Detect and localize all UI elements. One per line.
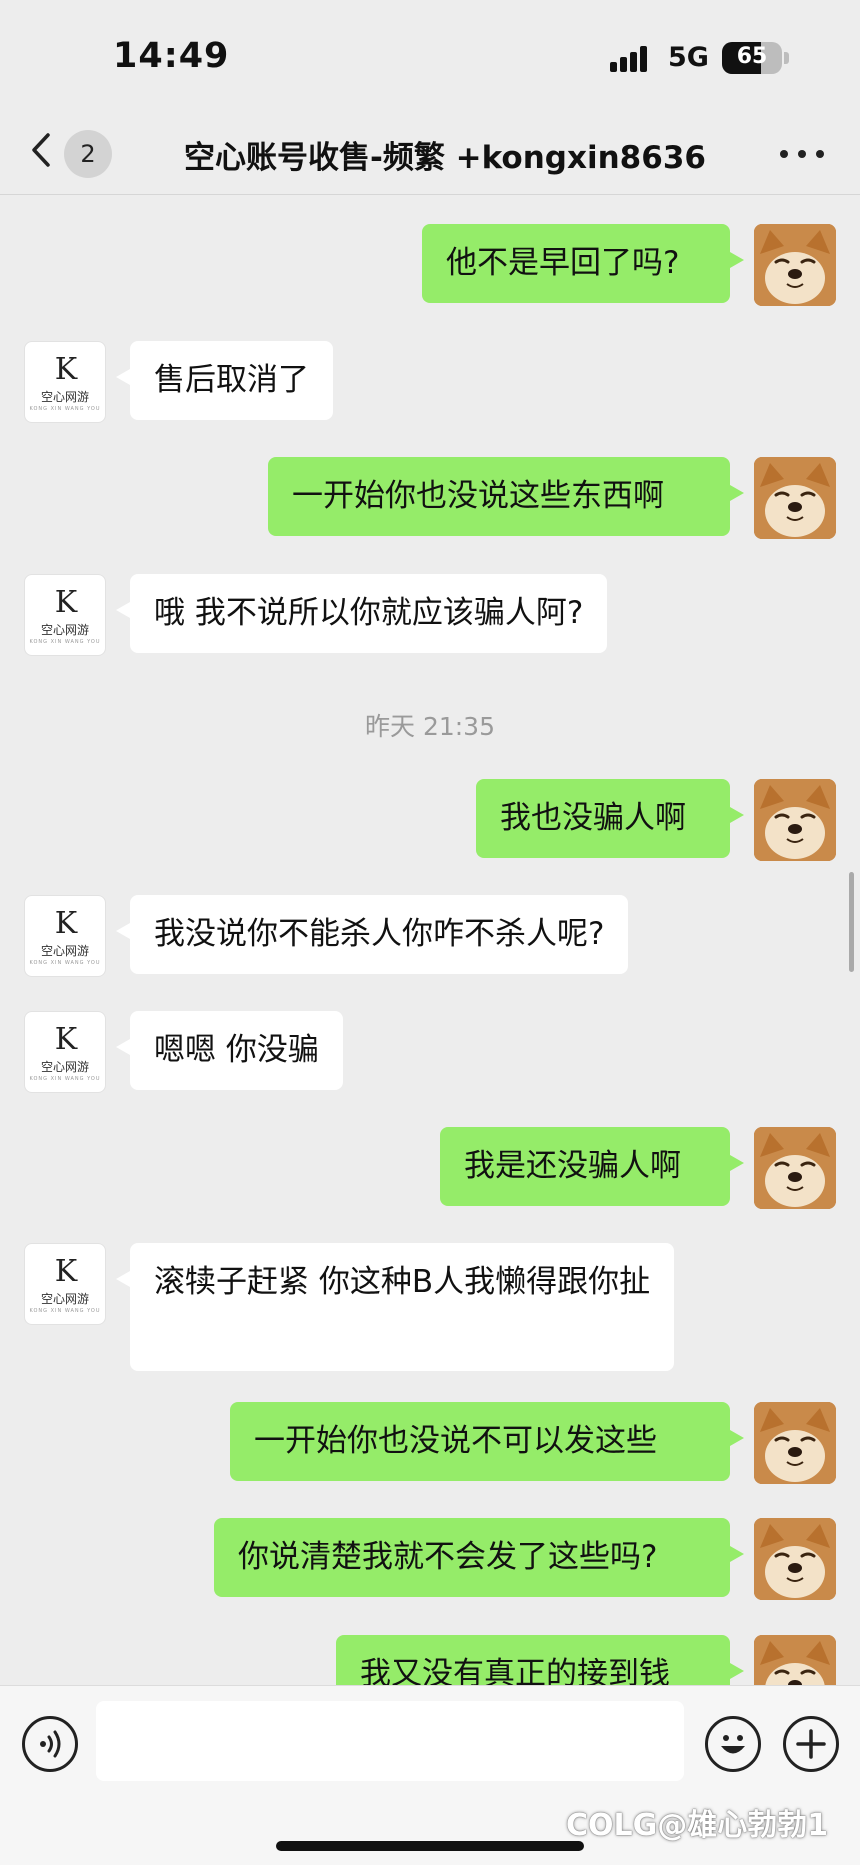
logo-subtext: KONG XIN WANG YOU xyxy=(29,1308,101,1314)
message-list[interactable]: 昨天 21:35 他不是早回了吗? K 空心网游 KONG XIN WANG YOU 售… xyxy=(0,195,860,1685)
status-time: 14:49 xyxy=(113,36,230,76)
received-message-bubble[interactable]: 滚犊子赶紧 你这种B人我懒得跟你扯 xyxy=(115,1243,675,1371)
chat-title: 空心账号收售-频繁 +kongxin8636 xyxy=(184,140,706,176)
message-input[interactable] xyxy=(96,1701,684,1781)
logo-name: 空心网游 xyxy=(40,623,89,637)
sent-message-bubble[interactable]: 你说清楚我就不会发了这些吗? xyxy=(214,1518,744,1597)
add-attachment-icon[interactable] xyxy=(783,1716,839,1772)
logo-mark: K xyxy=(54,906,77,941)
user-avatar[interactable] xyxy=(754,1635,836,1685)
received-message-bubble[interactable]: 嗯嗯 你没骗 xyxy=(116,1011,343,1090)
logo-subtext: KONG XIN WANG YOU xyxy=(29,960,101,966)
sent-message-bubble[interactable]: 一开始你也没说这些东西啊 xyxy=(268,457,744,536)
logo-subtext: KONG XIN WANG YOU xyxy=(29,1076,101,1082)
contact-avatar[interactable]: K 空心网游 KONG XIN WANG YOU xyxy=(24,341,106,423)
user-avatar[interactable] xyxy=(754,779,836,861)
sent-message-bubble[interactable]: 我又没有真正的接到钱 xyxy=(336,1635,744,1685)
chat-header: 2 空心账号收售-频繁 +kongxin8636 xyxy=(0,110,860,195)
user-avatar[interactable] xyxy=(754,457,836,539)
status-bar: 14:49 5G 65 xyxy=(0,0,860,110)
sent-message-bubble[interactable]: 我也没骗人啊 xyxy=(476,779,744,858)
received-message-bubble[interactable]: 我没说你不能杀人你咋不杀人呢? xyxy=(115,895,629,974)
more-options-icon[interactable] xyxy=(780,150,826,162)
battery-percent: 65 xyxy=(736,44,768,69)
logo-name: 空心网游 xyxy=(40,390,89,404)
contact-avatar[interactable]: K 空心网游 KONG XIN WANG YOU xyxy=(24,574,106,656)
logo-mark: K xyxy=(54,1022,77,1057)
network-type: 5G xyxy=(668,42,709,73)
contact-avatar[interactable]: K 空心网游 KONG XIN WANG YOU xyxy=(24,895,106,977)
message-timestamp: 昨天 21:35 xyxy=(365,712,495,741)
input-bar: COLG@雄心勃勃1 xyxy=(0,1685,860,1865)
logo-subtext: KONG XIN WANG YOU xyxy=(29,406,101,412)
logo-subtext: KONG XIN WANG YOU xyxy=(29,639,101,645)
sent-message-bubble[interactable]: 一开始你也没说不可以发这些 xyxy=(230,1402,744,1481)
logo-name: 空心网游 xyxy=(40,1292,89,1306)
signal-icon xyxy=(610,46,654,72)
emoji-icon[interactable] xyxy=(705,1716,761,1772)
received-message-bubble[interactable]: 哦 我不说所以你就应该骗人阿? xyxy=(115,574,608,653)
received-message-bubble[interactable]: 售后取消了 xyxy=(116,341,333,420)
user-avatar[interactable] xyxy=(754,224,836,306)
battery-icon: 65 xyxy=(722,42,782,74)
unread-count-badge[interactable]: 2 xyxy=(64,130,112,178)
user-avatar[interactable] xyxy=(754,1518,836,1600)
voice-input-icon[interactable] xyxy=(22,1716,78,1772)
watermark: COLG@雄心勃勃1 xyxy=(566,1808,829,1843)
logo-name: 空心网游 xyxy=(40,944,89,958)
contact-avatar[interactable]: K 空心网游 KONG XIN WANG YOU xyxy=(24,1243,106,1325)
user-avatar[interactable] xyxy=(754,1127,836,1209)
sent-message-bubble[interactable]: 他不是早回了吗? xyxy=(422,224,744,303)
scrollbar[interactable] xyxy=(849,872,854,972)
home-indicator[interactable] xyxy=(276,1841,584,1851)
battery-tip xyxy=(784,52,789,64)
sent-message-bubble[interactable]: 我是还没骗人啊 xyxy=(440,1127,744,1206)
logo-mark: K xyxy=(54,352,77,387)
contact-avatar[interactable]: K 空心网游 KONG XIN WANG YOU xyxy=(24,1011,106,1093)
logo-name: 空心网游 xyxy=(40,1060,89,1074)
logo-mark: K xyxy=(54,585,77,620)
logo-mark: K xyxy=(54,1254,77,1289)
back-arrow-icon[interactable] xyxy=(22,130,62,170)
user-avatar[interactable] xyxy=(754,1402,836,1484)
